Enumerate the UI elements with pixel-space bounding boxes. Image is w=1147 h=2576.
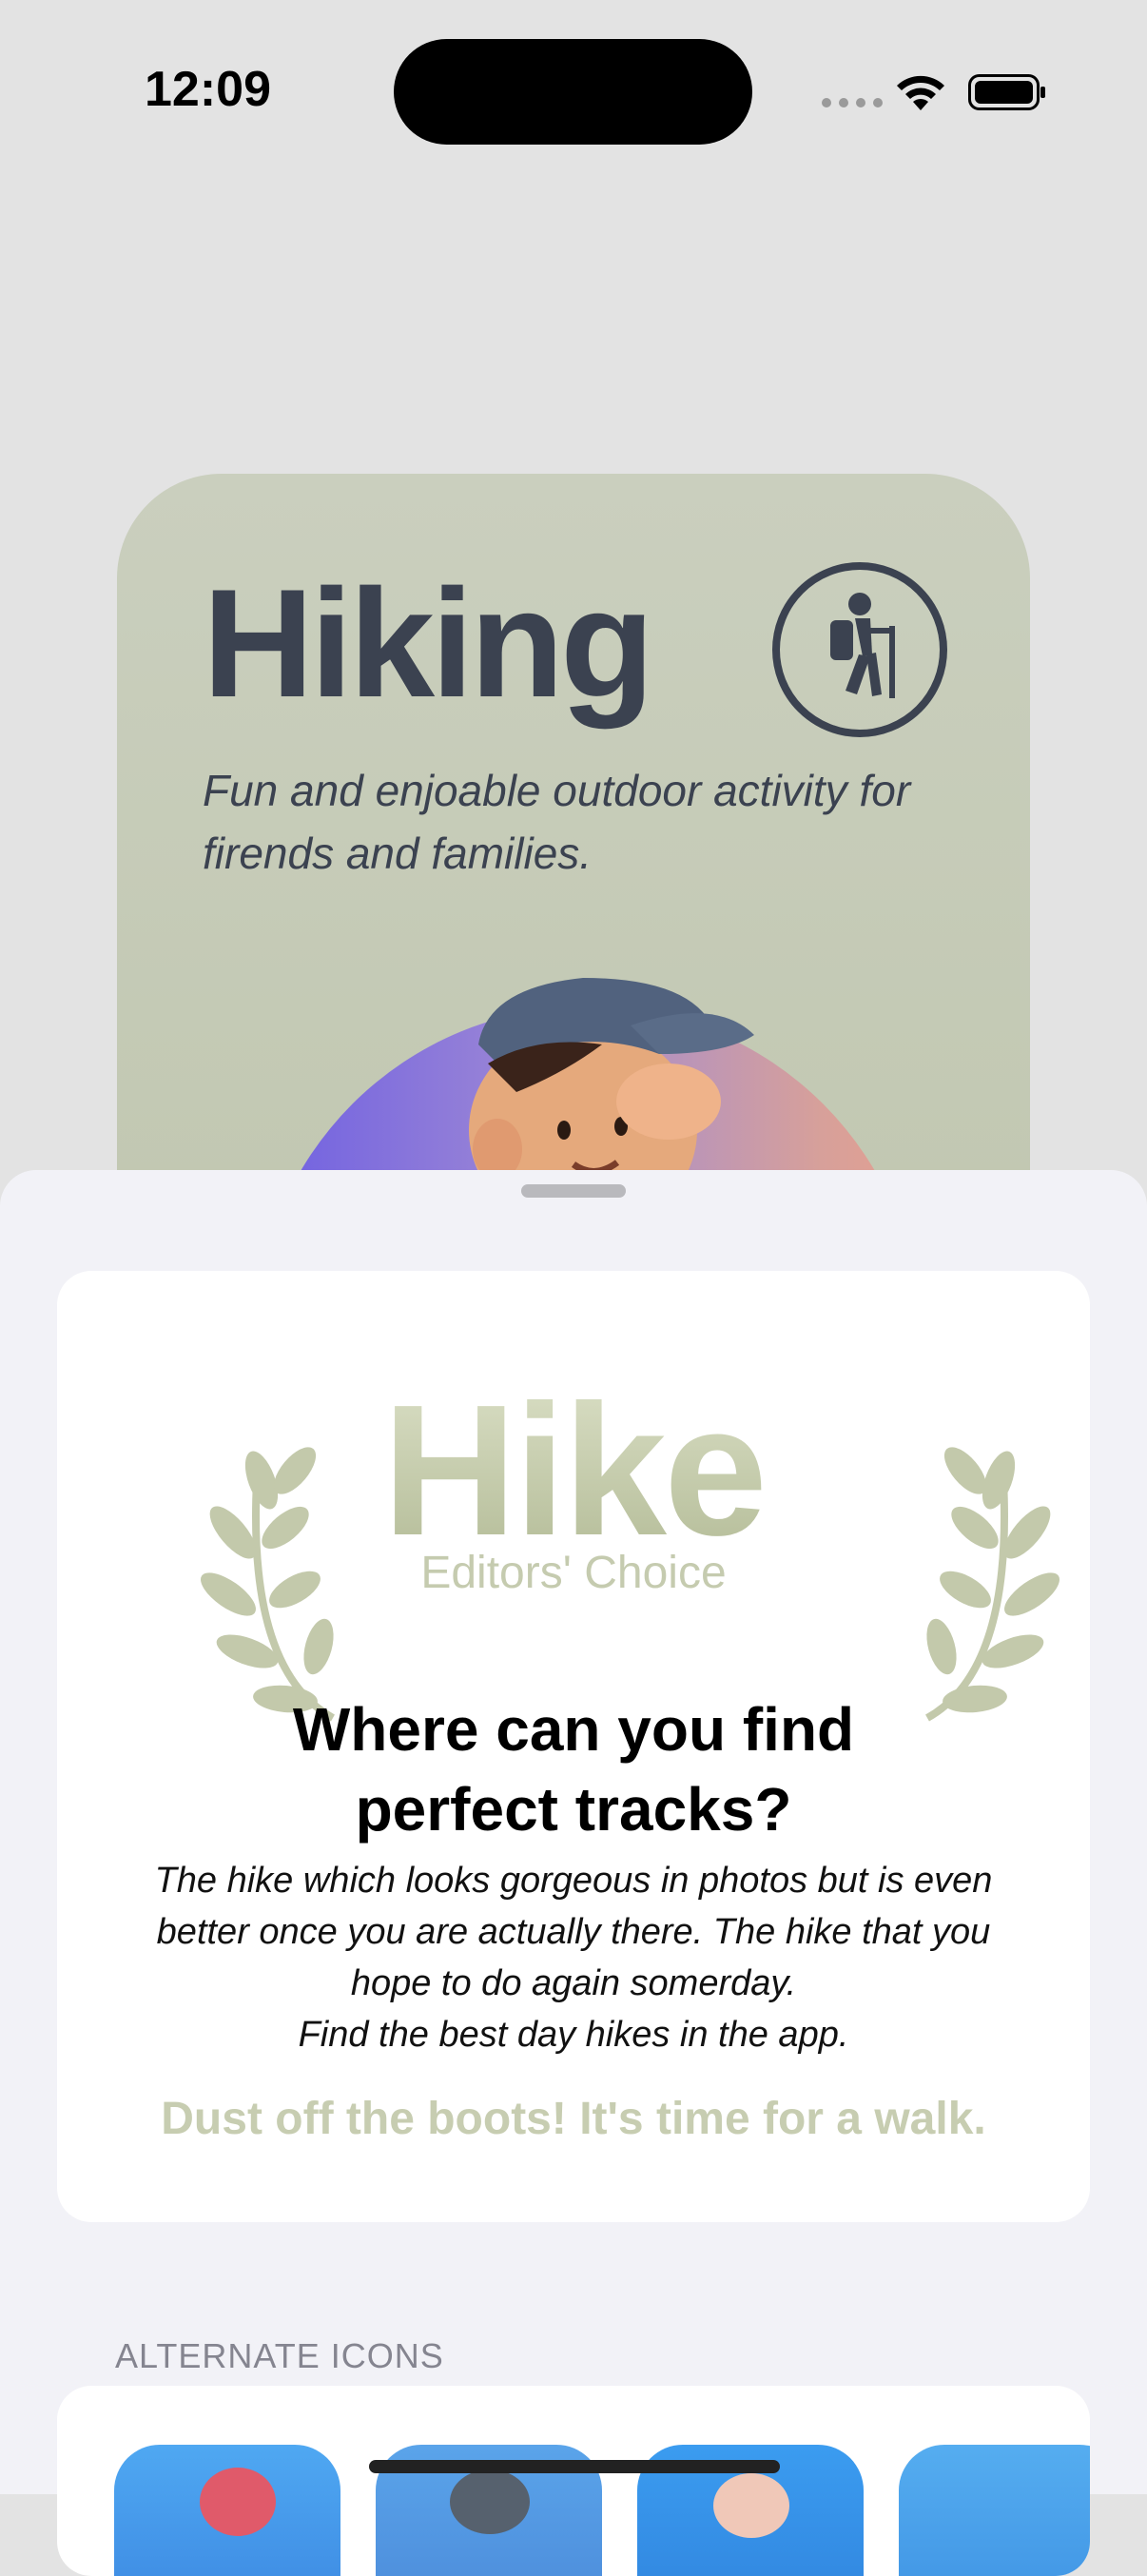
- hiking-card[interactable]: Hiking Fun and enjoable outdoor activity…: [117, 474, 1030, 1197]
- wifi-icon: [897, 75, 944, 110]
- battery-icon: [968, 74, 1045, 110]
- alternate-icons-header: ALTERNATE ICONS: [115, 2336, 444, 2375]
- app-icon-1[interactable]: [114, 2445, 340, 2576]
- dynamic-island: [394, 39, 752, 145]
- hiker-icon: [772, 562, 947, 737]
- description-line: better once you are actually there. The …: [156, 1912, 991, 1952]
- description-line: Find the best day hikes in the app.: [298, 2015, 849, 2055]
- home-indicator[interactable]: [369, 2460, 780, 2473]
- status-time: 12:09: [145, 62, 271, 117]
- hiker-character-image: [469, 978, 754, 1197]
- hiking-title: Hiking: [203, 557, 654, 730]
- description-line: The hike which looks gorgeous in photos …: [154, 1861, 993, 1901]
- bottom-sheet[interactable]: Hike Editors' Choice Where can you find …: [0, 1170, 1147, 2576]
- alternate-icons-row[interactable]: [57, 2386, 1090, 2576]
- cellular-signal-icon: [822, 98, 883, 107]
- tagline: Dust off the boots! It's time for a walk…: [161, 2094, 986, 2144]
- hiking-subtitle: Fun and enjoable outdoor activity for fi…: [203, 766, 911, 878]
- sheet-grabber[interactable]: [521, 1184, 626, 1198]
- award-subtitle: Editors' Choice: [420, 1548, 727, 1598]
- info-card: Hike Editors' Choice Where can you find …: [57, 1271, 1090, 2222]
- description-line: hope to do again somerday.: [350, 1963, 797, 2003]
- description: The hike which looks gorgeous in photos …: [105, 1855, 1042, 2060]
- app-icon-4[interactable]: [899, 2445, 1090, 2576]
- headline-line: perfect tracks?: [355, 1775, 792, 1844]
- headline-line: Where can you find: [292, 1695, 855, 1764]
- award-title: Hike: [57, 1377, 1090, 1564]
- headline: Where can you find perfect tracks?: [57, 1689, 1090, 1849]
